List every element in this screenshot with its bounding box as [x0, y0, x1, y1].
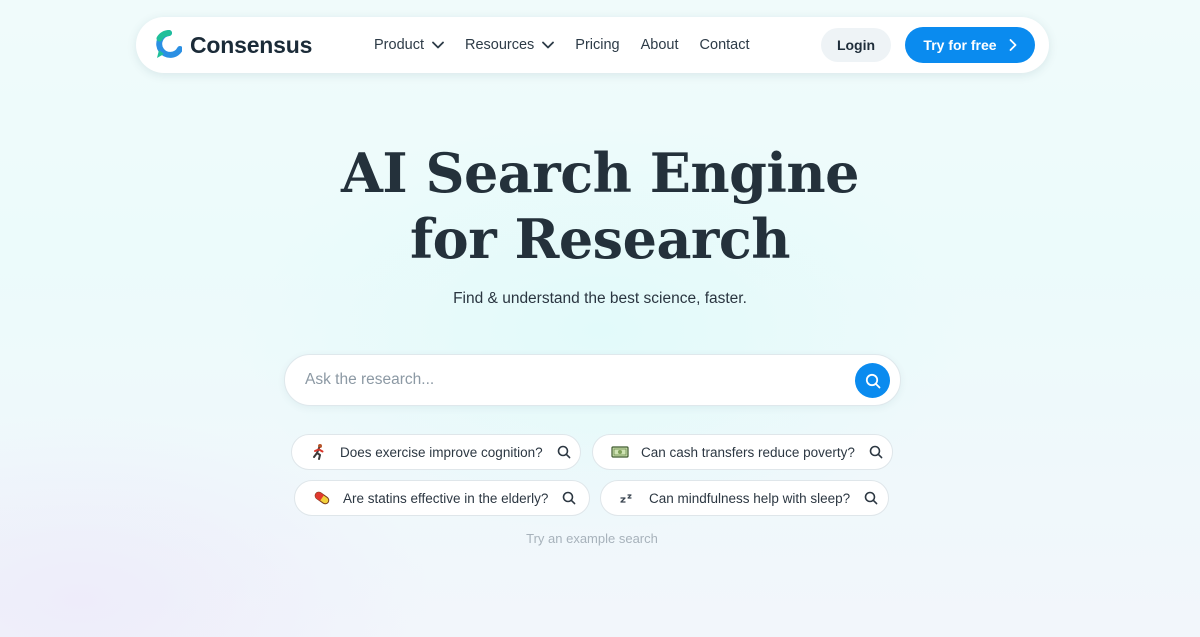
nav-link-label: Resources	[464, 37, 535, 53]
search-icon	[869, 445, 883, 459]
nav-link-label: Contact	[699, 37, 750, 53]
search-box	[284, 354, 901, 406]
try-for-free-label: Try for free	[923, 37, 997, 53]
nav-links: Product Resources Pricing About Contact	[374, 17, 771, 73]
example-search-chip[interactable]: Are statins effective in the elderly?	[294, 480, 590, 516]
example-search-hint: Try an example search	[526, 531, 658, 546]
login-button[interactable]: Login	[821, 28, 891, 62]
search-input[interactable]	[305, 355, 845, 405]
nav-link-resources[interactable]: Resources	[464, 37, 555, 53]
search-icon	[864, 491, 878, 505]
money-bill-icon	[611, 443, 629, 461]
navbar: Consensus Product Resources Pricing Abou…	[136, 17, 1049, 73]
try-for-free-button[interactable]: Try for free	[905, 27, 1035, 63]
hero-title: AI Search Engine for Research	[0, 140, 1200, 272]
chevron-down-icon	[542, 41, 555, 49]
example-search-text: Can mindfulness help with sleep?	[649, 490, 851, 506]
search-icon	[557, 445, 571, 459]
logo[interactable]: Consensus	[156, 30, 312, 60]
nav-link-label: About	[640, 37, 679, 53]
nav-link-about[interactable]: About	[641, 37, 679, 53]
example-search-text: Are statins effective in the elderly?	[343, 490, 549, 506]
nav-link-label: Product	[374, 37, 424, 53]
zzz-icon	[619, 489, 637, 507]
example-search-chip[interactable]: Can mindfulness help with sleep?	[600, 480, 889, 516]
nav-link-label: Pricing	[575, 37, 620, 53]
search-button[interactable]	[855, 363, 890, 398]
pill-icon	[313, 489, 331, 507]
chevron-down-icon	[432, 41, 444, 49]
chevron-right-icon	[1009, 39, 1016, 51]
search-icon	[865, 373, 880, 388]
example-search-chip[interactable]: Can cash transfers reduce poverty?	[592, 434, 893, 470]
nav-link-contact[interactable]: Contact	[700, 37, 750, 53]
nav-link-product[interactable]: Product	[374, 37, 444, 53]
consensus-logo-icon	[156, 30, 182, 58]
hero-subtitle: Find & understand the best science, fast…	[453, 290, 747, 307]
search-icon	[563, 491, 576, 505]
example-search-chip[interactable]: Does exercise improve cognition?	[291, 434, 581, 470]
example-search-text: Can cash transfers reduce poverty?	[641, 444, 855, 460]
hero-title-line-1: AI Search Engine	[341, 141, 860, 205]
nav-link-pricing[interactable]: Pricing	[575, 37, 619, 53]
hero-title-line-2: for Research	[409, 207, 791, 271]
example-search-text: Does exercise improve cognition?	[340, 444, 543, 460]
running-person-icon	[310, 443, 328, 461]
brand-name: Consensus	[190, 31, 313, 58]
